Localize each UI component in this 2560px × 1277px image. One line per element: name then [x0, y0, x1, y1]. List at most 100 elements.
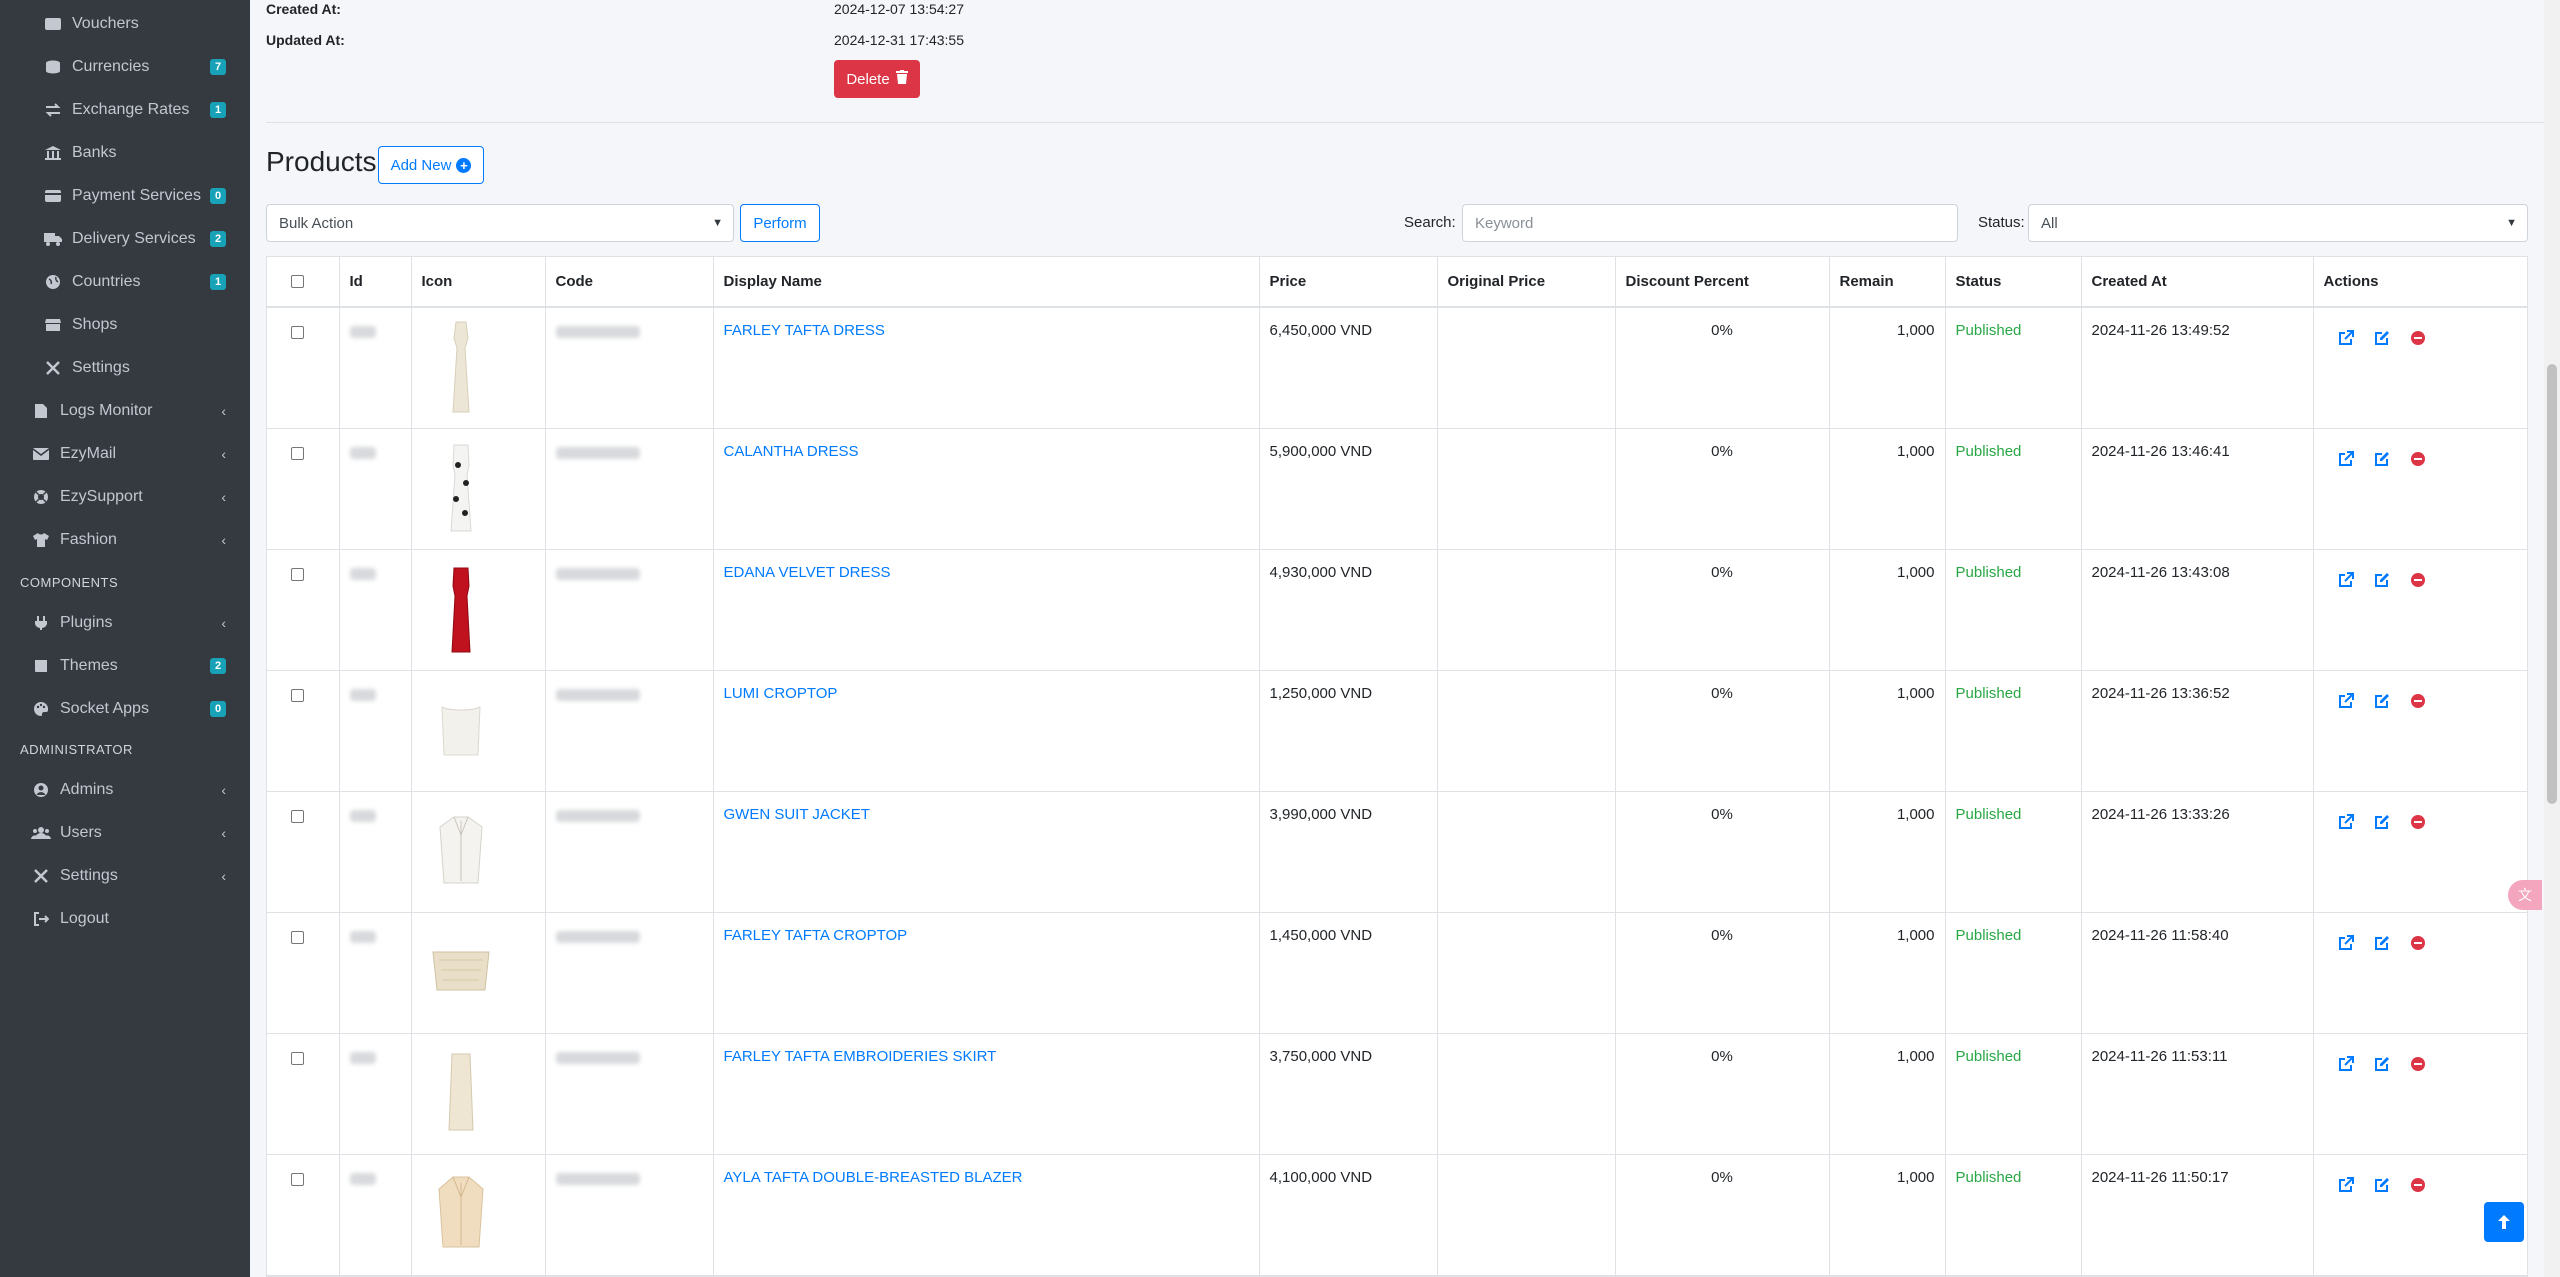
row-checkbox[interactable] [291, 446, 304, 460]
delete-circle-icon[interactable] [2408, 328, 2428, 348]
product-name-link[interactable]: LUMI CROPTOP [724, 685, 838, 702]
edit-icon[interactable] [2372, 1054, 2392, 1074]
row-remain-cell: 1,000 [1829, 670, 1946, 792]
external-link-icon[interactable] [2336, 812, 2356, 832]
product-thumbnail[interactable] [426, 919, 496, 1023]
sidebar-item-vouchers[interactable]: Vouchers [0, 4, 250, 44]
sidebar-item-ezymail[interactable]: EzyMail ‹ [0, 434, 250, 474]
product-thumbnail[interactable] [426, 1161, 496, 1265]
edit-icon[interactable] [2372, 328, 2392, 348]
sidebar-item-themes[interactable]: Themes 2 [0, 646, 250, 686]
external-link-icon[interactable] [2336, 691, 2356, 711]
edit-icon[interactable] [2372, 691, 2392, 711]
edit-icon[interactable] [2372, 1175, 2392, 1195]
bulk-action-select[interactable]: Bulk Action ▼ [266, 204, 734, 242]
sidebar-item-admins[interactable]: Admins ‹ [0, 770, 250, 810]
external-link-icon[interactable] [2336, 449, 2356, 469]
row-checkbox[interactable] [291, 809, 304, 823]
external-link-icon[interactable] [2336, 328, 2356, 348]
row-select-cell [267, 791, 340, 913]
sidebar-item-fashion[interactable]: Fashion ‹ [0, 520, 250, 560]
translate-icon[interactable]: 文 [2508, 880, 2542, 910]
product-name-link[interactable]: FARLEY TAFTA DRESS [724, 322, 885, 339]
product-thumbnail[interactable] [426, 435, 496, 539]
external-link-icon[interactable] [2336, 1175, 2356, 1195]
delete-circle-icon[interactable] [2408, 1054, 2428, 1074]
product-name-link[interactable]: CALANTHA DRESS [724, 443, 859, 460]
product-thumbnail[interactable] [426, 314, 496, 418]
row-checkbox[interactable] [291, 326, 304, 339]
row-id-cell [339, 791, 412, 913]
external-link-icon[interactable] [2336, 933, 2356, 953]
scrollbar-thumb[interactable] [2547, 364, 2557, 804]
delete-button[interactable]: Delete [834, 60, 920, 98]
row-name-cell: GWEN SUIT JACKET [713, 791, 1260, 913]
sidebar-item-users[interactable]: Users ‹ [0, 813, 250, 853]
delete-circle-icon[interactable] [2408, 812, 2428, 832]
row-discount-cell: 0% [1615, 428, 1830, 550]
delete-circle-icon[interactable] [2408, 1175, 2428, 1195]
col-original-price[interactable]: Original Price [1437, 257, 1616, 308]
add-new-label: Add New [390, 156, 452, 174]
row-checkbox[interactable] [291, 567, 304, 581]
sidebar-item-exchange-rates[interactable]: Exchange Rates 1 [0, 90, 250, 130]
product-thumbnail[interactable] [426, 556, 496, 660]
product-thumbnail[interactable] [426, 1040, 496, 1144]
col-remain[interactable]: Remain [1829, 257, 1946, 308]
row-name-cell: LUMI CROPTOP [713, 670, 1260, 792]
sidebar-item-socket-apps[interactable]: Socket Apps 0 [0, 689, 250, 729]
row-checkbox[interactable] [291, 1051, 304, 1065]
product-thumbnail[interactable] [426, 677, 496, 781]
sidebar-item-settings-sub[interactable]: Settings [0, 348, 250, 388]
edit-icon[interactable] [2372, 812, 2392, 832]
search-input[interactable] [1462, 204, 1958, 242]
edit-icon[interactable] [2372, 570, 2392, 590]
delete-circle-icon[interactable] [2408, 449, 2428, 469]
select-all-checkbox[interactable] [291, 275, 304, 288]
product-name-link[interactable]: EDANA VELVET DRESS [724, 564, 891, 581]
product-name-link[interactable]: FARLEY TAFTA EMBROIDERIES SKIRT [724, 1048, 997, 1065]
col-actions: Actions [2313, 257, 2527, 308]
back-to-top-button[interactable] [2484, 1202, 2524, 1242]
col-discount-percent[interactable]: Discount Percent [1615, 257, 1830, 308]
product-name-link[interactable]: AYLA TAFTA DOUBLE-BREASTED BLAZER [724, 1169, 1023, 1186]
sidebar-item-shops[interactable]: Shops [0, 305, 250, 345]
edit-icon[interactable] [2372, 449, 2392, 469]
sidebar-item-settings[interactable]: Settings ‹ [0, 856, 250, 896]
delete-circle-icon[interactable] [2408, 570, 2428, 590]
sidebar-item-delivery-services[interactable]: Delivery Services 2 [0, 219, 250, 259]
edit-icon[interactable] [2372, 933, 2392, 953]
external-link-icon[interactable] [2336, 570, 2356, 590]
sidebar-item-plugins[interactable]: Plugins ‹ [0, 603, 250, 643]
sidebar-item-ezysupport[interactable]: EzySupport ‹ [0, 477, 250, 517]
perform-button[interactable]: Perform [740, 204, 820, 242]
delete-circle-icon[interactable] [2408, 933, 2428, 953]
row-checkbox[interactable] [291, 1172, 304, 1186]
col-code[interactable]: Code [545, 257, 714, 308]
row-checkbox[interactable] [291, 688, 304, 702]
status-text: Published [1955, 563, 2022, 581]
product-name-link[interactable]: FARLEY TAFTA CROPTOP [724, 927, 908, 944]
product-name-link[interactable]: GWEN SUIT JACKET [724, 806, 870, 823]
status-select[interactable]: All ▼ [2028, 204, 2528, 242]
external-link-icon[interactable] [2336, 1054, 2356, 1074]
col-id[interactable]: Id [339, 257, 412, 308]
add-new-button[interactable]: Add New + [378, 146, 484, 184]
sidebar-item-currencies[interactable]: Currencies 7 [0, 47, 250, 87]
col-display-name[interactable]: Display Name [713, 257, 1260, 308]
row-icon-cell [411, 912, 546, 1034]
col-created-at[interactable]: Created At [2081, 257, 2314, 308]
col-price[interactable]: Price [1259, 257, 1438, 308]
sidebar-item-banks[interactable]: Banks [0, 133, 250, 173]
row-checkbox[interactable] [291, 930, 304, 944]
col-status[interactable]: Status [1945, 257, 2082, 308]
sidebar-item-logout[interactable]: Logout [0, 899, 250, 939]
sidebar-item-payment-services[interactable]: Payment Services 0 [0, 176, 250, 216]
sidebar-item-countries[interactable]: Countries 1 [0, 262, 250, 302]
redacted-id [349, 930, 376, 943]
delete-circle-icon[interactable] [2408, 691, 2428, 711]
row-name-cell: AYLA TAFTA DOUBLE-BREASTED BLAZER [713, 1154, 1260, 1276]
row-remain-cell: 1,000 [1829, 1154, 1946, 1276]
product-thumbnail[interactable] [426, 798, 496, 902]
sidebar-item-logs-monitor[interactable]: Logs Monitor ‹ [0, 391, 250, 431]
